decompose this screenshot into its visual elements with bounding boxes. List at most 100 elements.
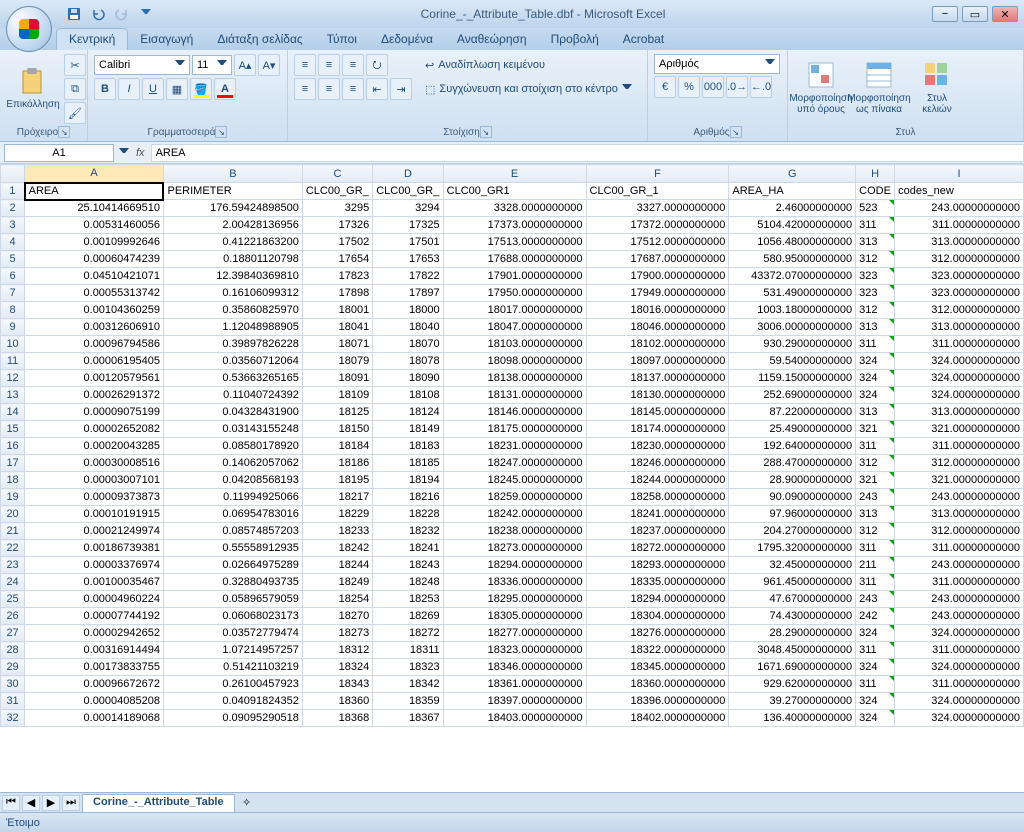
row-header[interactable]: 28: [1, 642, 25, 659]
cell[interactable]: 3328.0000000000: [443, 200, 586, 217]
cell[interactable]: 18241.0000000000: [586, 506, 729, 523]
paste-button[interactable]: Επικόλληση: [6, 54, 60, 120]
cell[interactable]: 90.09000000000: [729, 489, 856, 506]
cell[interactable]: 313: [856, 404, 895, 421]
shrink-font-icon[interactable]: A▾: [258, 54, 280, 76]
cell[interactable]: 0.51421103219: [163, 659, 302, 676]
cell[interactable]: 18276.0000000000: [586, 625, 729, 642]
font-color-button[interactable]: A: [214, 78, 236, 100]
cell[interactable]: 17687.0000000000: [586, 251, 729, 268]
cell[interactable]: 18195: [302, 472, 372, 489]
cell[interactable]: 5104.42000000000: [729, 217, 856, 234]
cell[interactable]: 243.00000000000: [895, 200, 1024, 217]
font-name-combo[interactable]: Calibri: [94, 55, 190, 75]
cell[interactable]: 0.06954783016: [163, 506, 302, 523]
cell[interactable]: 321.00000000000: [895, 472, 1024, 489]
cell[interactable]: 324: [856, 353, 895, 370]
cell[interactable]: 17372.0000000000: [586, 217, 729, 234]
cell[interactable]: 0.04510421071: [25, 268, 164, 285]
cell[interactable]: 0.35860825970: [163, 302, 302, 319]
row-header[interactable]: 31: [1, 693, 25, 710]
border-button[interactable]: ▦: [166, 78, 188, 100]
tab-home[interactable]: Κεντρική: [56, 28, 128, 50]
cell[interactable]: 18323.0000000000: [443, 642, 586, 659]
cell[interactable]: 17654: [302, 251, 372, 268]
cell[interactable]: 324.00000000000: [895, 387, 1024, 404]
cell[interactable]: 243: [856, 489, 895, 506]
cell[interactable]: 0.00173833755: [25, 659, 164, 676]
cell[interactable]: 18311: [373, 642, 443, 659]
cell[interactable]: 0.00014189068: [25, 710, 164, 727]
cut-icon[interactable]: ✂: [64, 54, 86, 76]
cell[interactable]: 313: [856, 234, 895, 251]
tab-formulas[interactable]: Τύποι: [315, 29, 369, 50]
cell[interactable]: 0.18801120798: [163, 251, 302, 268]
cell[interactable]: 313.00000000000: [895, 234, 1024, 251]
cell[interactable]: 18040: [373, 319, 443, 336]
cell[interactable]: 18294.0000000000: [586, 591, 729, 608]
cell[interactable]: 312: [856, 455, 895, 472]
cell[interactable]: 43372.07000000000: [729, 268, 856, 285]
cell[interactable]: 18336.0000000000: [443, 574, 586, 591]
wrap-text-button[interactable]: ↩Αναδίπλωση κειμένου: [420, 54, 637, 76]
cell[interactable]: 18174.0000000000: [586, 421, 729, 438]
cell[interactable]: 18232: [373, 523, 443, 540]
cell[interactable]: 0.06068023173: [163, 608, 302, 625]
cell[interactable]: 311.00000000000: [895, 642, 1024, 659]
cell[interactable]: 311.00000000000: [895, 217, 1024, 234]
cell[interactable]: 0.00055313742: [25, 285, 164, 302]
cell[interactable]: 18079: [302, 353, 372, 370]
grow-font-icon[interactable]: A▴: [234, 54, 256, 76]
cell[interactable]: 17823: [302, 268, 372, 285]
cell[interactable]: 18041: [302, 319, 372, 336]
cell[interactable]: 18361.0000000000: [443, 676, 586, 693]
col-header-C[interactable]: C: [302, 165, 372, 183]
cell[interactable]: 18175.0000000000: [443, 421, 586, 438]
format-table-button[interactable]: Μορφοποίηση ως πίνακα: [852, 54, 906, 120]
cell[interactable]: 243: [856, 591, 895, 608]
cell[interactable]: 18091: [302, 370, 372, 387]
field-header[interactable]: PERIMETER: [163, 183, 302, 200]
font-size-combo[interactable]: 11: [192, 55, 232, 75]
row-header[interactable]: 26: [1, 608, 25, 625]
cell[interactable]: 18295.0000000000: [443, 591, 586, 608]
cell[interactable]: 18124: [373, 404, 443, 421]
cell[interactable]: 18229: [302, 506, 372, 523]
cell[interactable]: 313: [856, 506, 895, 523]
cell[interactable]: 243.00000000000: [895, 608, 1024, 625]
cell[interactable]: 0.32880493735: [163, 574, 302, 591]
cell[interactable]: 18272: [373, 625, 443, 642]
cell[interactable]: 0.14062057062: [163, 455, 302, 472]
cell[interactable]: 18109: [302, 387, 372, 404]
cell[interactable]: 324.00000000000: [895, 693, 1024, 710]
cell[interactable]: 18150: [302, 421, 372, 438]
cell[interactable]: 18145.0000000000: [586, 404, 729, 421]
cell[interactable]: 3295: [302, 200, 372, 217]
cell[interactable]: 0.00026291372: [25, 387, 164, 404]
cell[interactable]: 323.00000000000: [895, 268, 1024, 285]
formula-input[interactable]: AREA: [151, 144, 1024, 162]
cell[interactable]: 18130.0000000000: [586, 387, 729, 404]
cell[interactable]: 18242.0000000000: [443, 506, 586, 523]
cell[interactable]: 18242: [302, 540, 372, 557]
field-header[interactable]: CODE: [856, 183, 895, 200]
cell[interactable]: 0.00096672672: [25, 676, 164, 693]
cell[interactable]: 1003.18000000000: [729, 302, 856, 319]
cell[interactable]: 313.00000000000: [895, 506, 1024, 523]
cell[interactable]: 18346.0000000000: [443, 659, 586, 676]
cell[interactable]: 18258.0000000000: [586, 489, 729, 506]
cell[interactable]: 18244: [302, 557, 372, 574]
cell[interactable]: 18228: [373, 506, 443, 523]
cell[interactable]: 192.64000000000: [729, 438, 856, 455]
cell[interactable]: 18359: [373, 693, 443, 710]
cell[interactable]: 18397.0000000000: [443, 693, 586, 710]
cell[interactable]: 18103.0000000000: [443, 336, 586, 353]
row-header[interactable]: 6: [1, 268, 25, 285]
cell[interactable]: 17325: [373, 217, 443, 234]
cell[interactable]: 18322.0000000000: [586, 642, 729, 659]
cell[interactable]: 18249: [302, 574, 372, 591]
cell[interactable]: 1.07214957257: [163, 642, 302, 659]
cell[interactable]: 18183: [373, 438, 443, 455]
cell[interactable]: 176.59424898500: [163, 200, 302, 217]
row-header[interactable]: 3: [1, 217, 25, 234]
